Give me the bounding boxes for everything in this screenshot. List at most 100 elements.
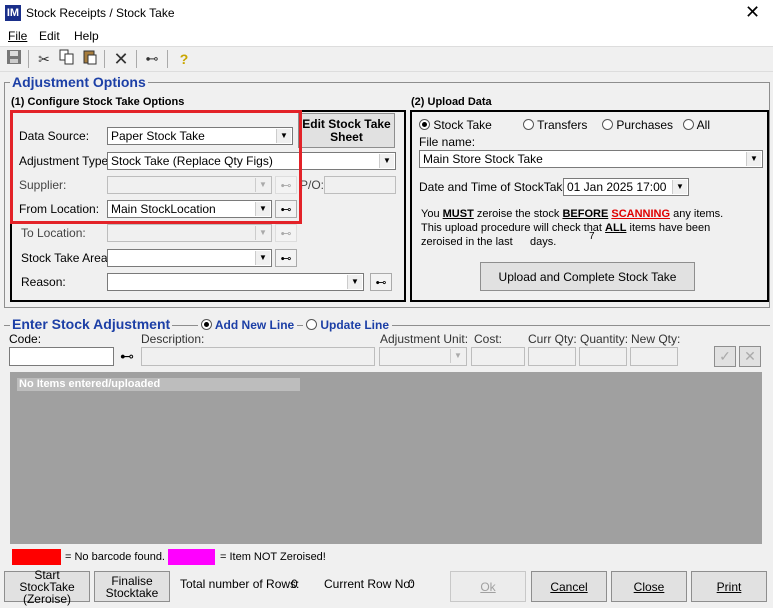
radio-all-label: All: [696, 118, 711, 132]
edit-stock-take-sheet-button[interactable]: Edit Stock Take Sheet: [298, 113, 395, 148]
items-grid[interactable]: [10, 372, 762, 544]
warning-text: items have been: [629, 222, 711, 234]
radio-indicator: [201, 319, 212, 330]
print-button[interactable]: Print: [691, 571, 767, 602]
save-icon[interactable]: [4, 49, 24, 69]
binoculars-icon[interactable]: ⊷: [116, 347, 138, 365]
datetime-label: Date and Time of StockTake:: [419, 180, 573, 194]
toolbar-separator: [104, 50, 105, 68]
quantity-input[interactable]: [579, 347, 627, 366]
to-location-search-icon[interactable]: ⊷: [275, 224, 297, 242]
not-zeroised-legend: = Item NOT Zeroised!: [220, 551, 326, 563]
po-field[interactable]: [324, 176, 396, 194]
chevron-down-icon: ▼: [255, 226, 270, 240]
radio-purchases-label: Purchases: [616, 118, 674, 132]
ok-label: Ok: [480, 579, 496, 594]
cost-input[interactable]: [471, 347, 525, 366]
reason-search-icon[interactable]: ⊷: [370, 273, 392, 291]
radio-stock-take-label: Stock Take: [433, 118, 492, 132]
start-stocktake-button[interactable]: Start StockTake (Zeroise): [4, 567, 90, 606]
close-button[interactable]: Close: [611, 571, 687, 602]
radio-indicator: [419, 119, 430, 130]
close-window-button[interactable]: ✕: [745, 2, 760, 23]
close-label: Close: [633, 579, 665, 594]
zeroise-days-value[interactable]: 7: [589, 231, 595, 242]
warning-scanning: SCANNING: [611, 208, 671, 220]
warning-text: You: [421, 208, 440, 220]
start-stocktake-label: Start StockTake: [19, 567, 75, 594]
datetime-picker[interactable]: 01 Jan 2025 17:00 ▼: [563, 178, 689, 196]
menu-help-label: Help: [74, 29, 99, 43]
stock-take-area-search-icon[interactable]: ⊷: [275, 249, 297, 267]
toolbar-separator: [28, 50, 29, 68]
code-header: Code:: [9, 332, 42, 346]
warning-must: MUST: [442, 208, 474, 220]
ok-button[interactable]: Ok: [450, 571, 526, 602]
reason-label: Reason:: [21, 275, 66, 289]
code-input[interactable]: [9, 347, 114, 366]
chevron-down-icon: ▼: [672, 180, 687, 194]
to-location-select[interactable]: ▼: [107, 224, 272, 242]
radio-update-line[interactable]: Update Line: [303, 318, 393, 332]
cancel-line-icon[interactable]: ✕: [739, 346, 761, 367]
radio-indicator: [602, 119, 613, 130]
help-icon[interactable]: ?: [174, 49, 194, 69]
total-rows-label: Total number of Rows:: [180, 577, 300, 591]
delete-icon[interactable]: ✕: [111, 49, 131, 69]
enter-adjustment-title: Enter Stock Adjustment: [10, 316, 173, 332]
confirm-icon[interactable]: ✓: [714, 346, 736, 367]
file-name-label: File name:: [419, 135, 476, 149]
radio-indicator: [523, 119, 534, 130]
description-header: Description:: [141, 332, 205, 346]
radio-stock-take[interactable]: Stock Take: [419, 118, 492, 132]
copy-icon[interactable]: [57, 49, 77, 69]
window-title: Stock Receipts / Stock Take: [26, 6, 175, 20]
new-qty-input[interactable]: [630, 347, 678, 366]
start-stocktake-label: (Zeroise): [22, 591, 71, 606]
reason-select[interactable]: ▼: [107, 273, 364, 291]
cancel-button[interactable]: Cancel: [531, 571, 607, 602]
radio-transfers-label: Transfers: [537, 118, 588, 132]
warning-line2: This upload procedure will check that AL…: [421, 222, 710, 234]
cancel-label: Cancel: [550, 579, 588, 594]
upload-complete-label: Upload and Complete Stock Take: [498, 269, 677, 284]
stock-take-area-select[interactable]: ▼: [107, 249, 272, 267]
chevron-down-icon: ▼: [746, 152, 761, 166]
menu-help[interactable]: Help: [74, 29, 99, 43]
upload-complete-button[interactable]: Upload and Complete Stock Take: [480, 262, 695, 291]
file-name-select[interactable]: Main Store Stock Take ▼: [419, 150, 763, 168]
radio-add-new-line[interactable]: Add New Line: [198, 318, 298, 332]
print-label: Print: [716, 579, 742, 594]
radio-purchases[interactable]: Purchases: [602, 118, 673, 132]
total-rows-value: 0: [291, 577, 298, 591]
radio-transfers[interactable]: Transfers: [523, 118, 587, 132]
warning-text: This upload procedure will check that: [421, 222, 602, 234]
cut-icon[interactable]: ✂: [34, 49, 54, 69]
menu-edit[interactable]: Edit: [39, 29, 60, 43]
menu-bar: [0, 26, 773, 46]
chevron-down-icon: ▼: [347, 275, 362, 289]
upload-heading: (2) Upload Data: [411, 96, 492, 108]
warning-before: BEFORE: [562, 208, 609, 220]
stock-take-area-label: Stock Take Area:: [21, 251, 111, 265]
app-icon: IM: [5, 5, 21, 21]
no-barcode-swatch: [12, 549, 61, 565]
toolbar-separator: [136, 50, 137, 68]
menu-file-label: File: [8, 29, 28, 43]
radio-all[interactable]: All: [683, 118, 710, 132]
paste-icon[interactable]: [80, 49, 100, 69]
finalise-stocktake-button[interactable]: Finalise Stocktake: [94, 571, 170, 602]
current-row-label: Current Row No:: [324, 577, 414, 591]
curr-qty-input[interactable]: [528, 347, 576, 366]
menu-file[interactable]: File: [8, 29, 27, 43]
radio-update-line-label: Update Line: [320, 318, 390, 332]
warning-line1: You MUST zeroise the stock BEFORE SCANNI…: [421, 208, 723, 220]
new-qty-header: New Qty:: [631, 332, 681, 346]
description-input[interactable]: [141, 347, 375, 366]
binoculars-icon[interactable]: ⊷: [142, 49, 162, 69]
adjustment-unit-select[interactable]: ▼: [379, 347, 467, 366]
finalise-stocktake-label: Finalise: [111, 573, 153, 588]
highlight-box: [10, 110, 302, 224]
quantity-header: Quantity:: [580, 332, 629, 346]
chevron-down-icon: ▼: [450, 349, 465, 363]
